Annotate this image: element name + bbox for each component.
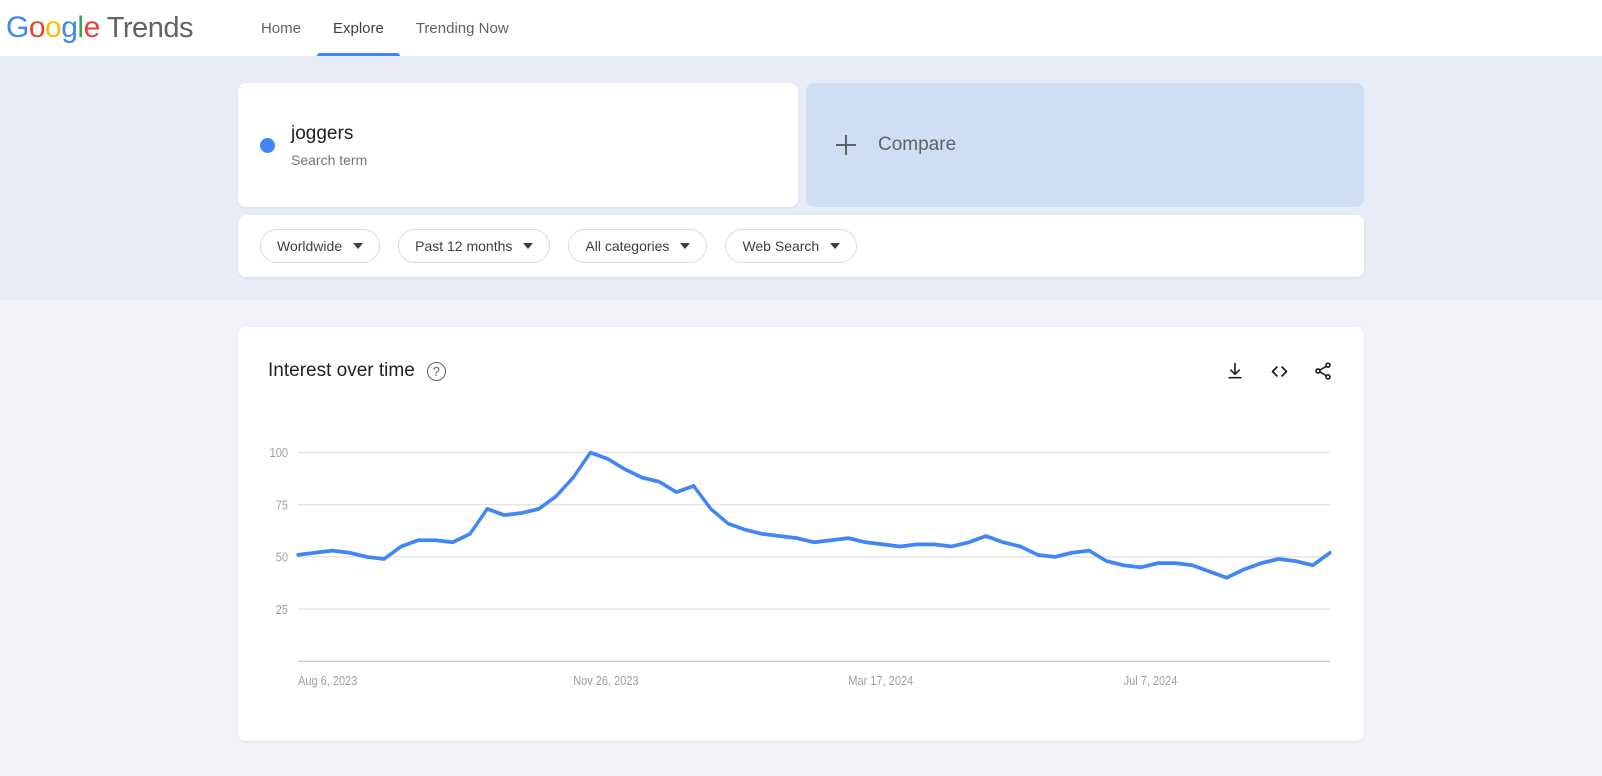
google-trends-logo[interactable]: Google Trends [4, 11, 193, 45]
chart-header: Interest over time ? [268, 357, 1334, 385]
nav-item-home[interactable]: Home [245, 0, 317, 56]
filter-location[interactable]: Worldwide [260, 229, 381, 263]
y-axis-tick-label: 50 [276, 550, 289, 565]
help-icon[interactable]: ? [426, 361, 446, 381]
chart-plot-area[interactable]: 25 50 75 100 Aug 6, 2023 Nov 26, 2023 Mar 17, … [268, 435, 1334, 699]
y-axis-tick-label: 100 [270, 445, 289, 460]
download-icon[interactable] [1224, 360, 1246, 382]
nav-item-explore[interactable]: Explore [316, 0, 400, 56]
chevron-down-icon [353, 243, 364, 249]
filter-category[interactable]: All categories [568, 229, 708, 263]
interest-over-time-card: Interest over time ? 25 50 75 100 Aug 6,… [238, 327, 1364, 741]
nav-item-trending-now[interactable]: Trending Now [400, 0, 525, 56]
filter-search-type[interactable]: Web Search [725, 229, 858, 263]
search-term-title: joggers [291, 122, 354, 144]
results-section: Interest over time ? 25 50 75 100 Aug 6,… [0, 300, 1602, 741]
x-axis-tick-label: Jul 7, 2024 [1124, 673, 1178, 688]
chevron-down-icon [523, 243, 534, 249]
main-navigation: Home Explore Trending Now [245, 0, 525, 56]
plus-icon [836, 135, 856, 155]
chart-title: Interest over time [268, 360, 415, 381]
series-line-joggers[interactable] [296, 450, 1332, 580]
filter-location-label: Worldwide [277, 238, 343, 254]
search-term-card[interactable]: joggers Search term [238, 83, 798, 207]
compare-button[interactable]: Compare [806, 83, 1364, 207]
chevron-down-icon [680, 243, 691, 249]
google-wordmark: Google [6, 11, 100, 44]
filter-bar: Worldwide Past 12 months All categories … [238, 215, 1364, 277]
chart-actions [1224, 360, 1334, 382]
search-term-text: joggers Search term [291, 122, 367, 169]
y-axis-tick-label: 75 [276, 498, 289, 513]
x-axis-tick-label: Mar 17, 2024 [848, 673, 913, 688]
compare-label: Compare [878, 134, 957, 155]
x-axis-tick-label: Aug 6, 2023 [298, 673, 358, 688]
chart-title-wrap: Interest over time ? [268, 360, 446, 382]
series-color-dot [260, 137, 275, 153]
filter-time-range-label: Past 12 months [415, 238, 513, 254]
interest-over-time-chart[interactable]: 25 50 75 100 Aug 6, 2023 Nov 26, 2023 Mar 17, … [268, 435, 1334, 699]
search-band: joggers Search term Compare Worldwide Pa… [0, 56, 1602, 300]
x-axis-tick-label: Nov 26, 2023 [573, 673, 639, 688]
search-band-inner: joggers Search term Compare Worldwide Pa… [238, 83, 1364, 277]
chevron-down-icon [830, 243, 841, 249]
app-header: Google Trends Home Explore Trending Now [0, 0, 1602, 56]
filter-category-label: All categories [585, 238, 670, 254]
y-axis-tick-label: 25 [276, 602, 289, 617]
filter-time-range[interactable]: Past 12 months [398, 229, 551, 263]
embed-code-icon[interactable] [1268, 360, 1290, 382]
term-row: joggers Search term Compare [238, 83, 1364, 207]
search-term-subtitle: Search term [291, 151, 368, 168]
trends-wordmark: Trends [106, 12, 194, 44]
filter-search-type-label: Web Search [742, 238, 820, 254]
share-icon[interactable] [1312, 360, 1334, 382]
